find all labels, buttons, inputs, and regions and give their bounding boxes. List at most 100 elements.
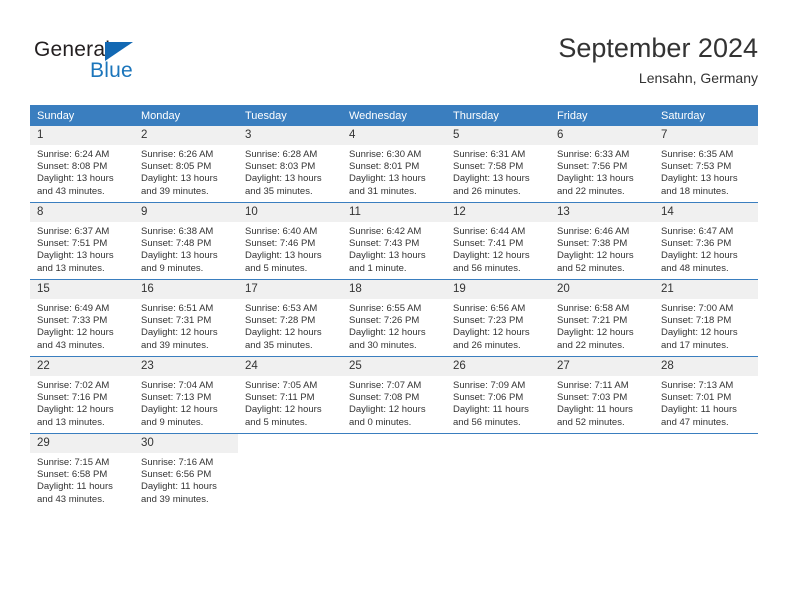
sunset-text: Sunset: 7:06 PM bbox=[453, 392, 524, 404]
calendar-day-cell[interactable]: 11 Sunrise: 6:42 AM Sunset: 7:43 PM Dayligh… bbox=[342, 202, 446, 280]
daylight-text-line1: Daylight: 13 hours bbox=[37, 173, 114, 185]
daylight-text-line1: Daylight: 12 hours bbox=[661, 327, 738, 339]
weekday-header-thursday: Thursday bbox=[446, 105, 550, 126]
daylight-text-line2: and 26 minutes. bbox=[453, 339, 521, 351]
daylight-text-line2: and 56 minutes. bbox=[453, 416, 521, 428]
day-info: Sunrise: 7:02 AM Sunset: 7:16 PM Daylight:… bbox=[30, 376, 134, 429]
weekday-header-tuesday: Tuesday bbox=[238, 105, 342, 126]
daylight-text-line2: and 0 minutes. bbox=[349, 416, 412, 428]
sunrise-text: Sunrise: 6:53 AM bbox=[245, 303, 318, 314]
generalblue-logo[interactable]: General Blue bbox=[34, 38, 234, 88]
calendar-day-cell[interactable]: 12 Sunrise: 6:44 AM Sunset: 7:41 PM Dayligh… bbox=[446, 202, 550, 280]
calendar-day-cell[interactable]: 3 Sunrise: 6:28 AM Sunset: 8:03 PM Daylight… bbox=[238, 126, 342, 203]
daylight-text-line2: and 39 minutes. bbox=[141, 185, 209, 197]
calendar-day-cell[interactable]: 10 Sunrise: 6:40 AM Sunset: 7:46 PM Dayligh… bbox=[238, 202, 342, 280]
sunrise-text: Sunrise: 6:46 AM bbox=[557, 226, 630, 237]
day-info: Sunrise: 6:55 AM Sunset: 7:26 PM Daylight:… bbox=[342, 299, 446, 352]
daylight-text-line1: Daylight: 12 hours bbox=[245, 327, 322, 339]
daylight-text-line1: Daylight: 12 hours bbox=[37, 327, 114, 339]
calendar-day-cell[interactable]: 29 Sunrise: 7:15 AM Sunset: 6:58 PM Dayligh… bbox=[30, 433, 134, 510]
day-info: Sunrise: 6:40 AM Sunset: 7:46 PM Daylight:… bbox=[238, 222, 342, 275]
daylight-text-line2: and 52 minutes. bbox=[557, 416, 625, 428]
calendar-day-cell[interactable]: 27 Sunrise: 7:11 AM Sunset: 7:03 PM Dayligh… bbox=[550, 356, 654, 434]
sunset-text: Sunset: 7:11 PM bbox=[245, 392, 315, 404]
sunrise-text: Sunrise: 6:51 AM bbox=[141, 303, 214, 314]
calendar-day-cell[interactable]: 2 Sunrise: 6:26 AM Sunset: 8:05 PM Daylight… bbox=[134, 126, 238, 203]
day-info: Sunrise: 6:53 AM Sunset: 7:28 PM Daylight:… bbox=[238, 299, 342, 352]
calendar-day-cell[interactable]: 9 Sunrise: 6:38 AM Sunset: 7:48 PM Daylight… bbox=[134, 202, 238, 280]
calendar-day-cell[interactable]: 17 Sunrise: 6:53 AM Sunset: 7:28 PM Dayligh… bbox=[238, 279, 342, 357]
calendar-week-row: 8 Sunrise: 6:37 AM Sunset: 7:51 PM Daylight… bbox=[30, 202, 758, 280]
calendar-day-cell[interactable]: 15 Sunrise: 6:49 AM Sunset: 7:33 PM Dayligh… bbox=[30, 279, 134, 357]
calendar-day-cell[interactable]: 8 Sunrise: 6:37 AM Sunset: 7:51 PM Daylight… bbox=[30, 202, 134, 280]
calendar-day-cell[interactable]: 16 Sunrise: 6:51 AM Sunset: 7:31 PM Dayligh… bbox=[134, 279, 238, 357]
sunrise-text: Sunrise: 7:05 AM bbox=[245, 380, 318, 391]
daylight-text-line1: Daylight: 13 hours bbox=[245, 173, 322, 185]
calendar-day-cell[interactable]: 5 Sunrise: 6:31 AM Sunset: 7:58 PM Daylight… bbox=[446, 126, 550, 203]
weekday-header-wednesday: Wednesday bbox=[342, 105, 446, 126]
calendar-table: Sunday Monday Tuesday Wednesday Thursday… bbox=[30, 105, 758, 510]
calendar-week-row: 1 Sunrise: 6:24 AM Sunset: 8:08 PM Daylight… bbox=[30, 126, 758, 203]
calendar-day-cell[interactable]: 18 Sunrise: 6:55 AM Sunset: 7:26 PM Dayligh… bbox=[342, 279, 446, 357]
daylight-text-line2: and 9 minutes. bbox=[141, 416, 204, 428]
calendar-day-cell[interactable]: 24 Sunrise: 7:05 AM Sunset: 7:11 PM Dayligh… bbox=[238, 356, 342, 434]
day-number: 13 bbox=[550, 203, 654, 222]
sunset-text: Sunset: 7:33 PM bbox=[37, 315, 108, 327]
sunset-text: Sunset: 7:23 PM bbox=[453, 315, 524, 327]
day-info: Sunrise: 6:44 AM Sunset: 7:41 PM Daylight:… bbox=[446, 222, 550, 275]
calendar-day-cell[interactable]: 13 Sunrise: 6:46 AM Sunset: 7:38 PM Dayligh… bbox=[550, 202, 654, 280]
day-number: 11 bbox=[342, 203, 446, 222]
calendar-day-cell[interactable]: 21 Sunrise: 7:00 AM Sunset: 7:18 PM Dayligh… bbox=[654, 279, 758, 357]
day-number: 21 bbox=[654, 280, 758, 299]
daylight-text-line2: and 9 minutes. bbox=[141, 262, 204, 274]
calendar-day-cell[interactable]: 23 Sunrise: 7:04 AM Sunset: 7:13 PM Dayligh… bbox=[134, 356, 238, 434]
day-number: 3 bbox=[238, 126, 342, 145]
daylight-text-line1: Daylight: 11 hours bbox=[557, 404, 633, 416]
page-header: General Blue September 2024 Lensahn, Ger… bbox=[0, 0, 792, 100]
calendar-day-cell[interactable]: 20 Sunrise: 6:58 AM Sunset: 7:21 PM Dayligh… bbox=[550, 279, 654, 357]
sunrise-text: Sunrise: 7:11 AM bbox=[557, 380, 629, 391]
calendar-day-cell[interactable]: 19 Sunrise: 6:56 AM Sunset: 7:23 PM Dayligh… bbox=[446, 279, 550, 357]
calendar-day-cell[interactable]: 26 Sunrise: 7:09 AM Sunset: 7:06 PM Dayligh… bbox=[446, 356, 550, 434]
day-number: 10 bbox=[238, 203, 342, 222]
daylight-text-line1: Daylight: 12 hours bbox=[141, 327, 218, 339]
calendar-day-cell[interactable]: 6 Sunrise: 6:33 AM Sunset: 7:56 PM Daylight… bbox=[550, 126, 654, 203]
day-number: 14 bbox=[654, 203, 758, 222]
daylight-text-line2: and 18 minutes. bbox=[661, 185, 729, 197]
calendar-day-cell-empty bbox=[342, 433, 446, 510]
daylight-text-line2: and 43 minutes. bbox=[37, 493, 105, 505]
sunset-text: Sunset: 7:03 PM bbox=[557, 392, 628, 404]
calendar-body: 1 Sunrise: 6:24 AM Sunset: 8:08 PM Daylight… bbox=[30, 126, 758, 510]
sunrise-text: Sunrise: 7:09 AM bbox=[453, 380, 526, 391]
day-number: 12 bbox=[446, 203, 550, 222]
weekday-header-friday: Friday bbox=[550, 105, 654, 126]
calendar-day-cell-empty bbox=[446, 433, 550, 510]
calendar-day-cell[interactable]: 30 Sunrise: 7:16 AM Sunset: 6:56 PM Dayligh… bbox=[134, 433, 238, 510]
sunrise-text: Sunrise: 7:15 AM bbox=[37, 457, 110, 468]
calendar-week-row: 15 Sunrise: 6:49 AM Sunset: 7:33 PM Dayligh… bbox=[30, 279, 758, 357]
sunrise-text: Sunrise: 6:38 AM bbox=[141, 226, 214, 237]
calendar-day-cell[interactable]: 7 Sunrise: 6:35 AM Sunset: 7:53 PM Daylight… bbox=[654, 126, 758, 203]
day-number: 8 bbox=[30, 203, 134, 222]
day-number: 25 bbox=[342, 357, 446, 376]
day-number bbox=[446, 434, 550, 440]
sunset-text: Sunset: 7:28 PM bbox=[245, 315, 316, 327]
sunset-text: Sunset: 8:03 PM bbox=[245, 161, 316, 173]
sunrise-text: Sunrise: 6:31 AM bbox=[453, 149, 526, 160]
day-number bbox=[654, 434, 758, 440]
day-info: Sunrise: 6:24 AM Sunset: 8:08 PM Daylight:… bbox=[30, 145, 134, 198]
daylight-text-line2: and 56 minutes. bbox=[453, 262, 521, 274]
day-number: 23 bbox=[134, 357, 238, 376]
calendar-day-cell[interactable]: 4 Sunrise: 6:30 AM Sunset: 8:01 PM Daylight… bbox=[342, 126, 446, 203]
day-number: 17 bbox=[238, 280, 342, 299]
daylight-text-line2: and 48 minutes. bbox=[661, 262, 729, 274]
day-number: 18 bbox=[342, 280, 446, 299]
calendar-day-cell[interactable]: 25 Sunrise: 7:07 AM Sunset: 7:08 PM Dayligh… bbox=[342, 356, 446, 434]
day-info: Sunrise: 7:00 AM Sunset: 7:18 PM Daylight:… bbox=[654, 299, 758, 352]
daylight-text-line2: and 13 minutes. bbox=[37, 416, 105, 428]
calendar-day-cell[interactable]: 1 Sunrise: 6:24 AM Sunset: 8:08 PM Daylight… bbox=[30, 126, 134, 203]
calendar-day-cell[interactable]: 28 Sunrise: 7:13 AM Sunset: 7:01 PM Dayligh… bbox=[654, 356, 758, 434]
calendar-day-cell[interactable]: 14 Sunrise: 6:47 AM Sunset: 7:36 PM Dayligh… bbox=[654, 202, 758, 280]
calendar-day-cell[interactable]: 22 Sunrise: 7:02 AM Sunset: 7:16 PM Dayligh… bbox=[30, 356, 134, 434]
sunrise-text: Sunrise: 7:07 AM bbox=[349, 380, 422, 391]
